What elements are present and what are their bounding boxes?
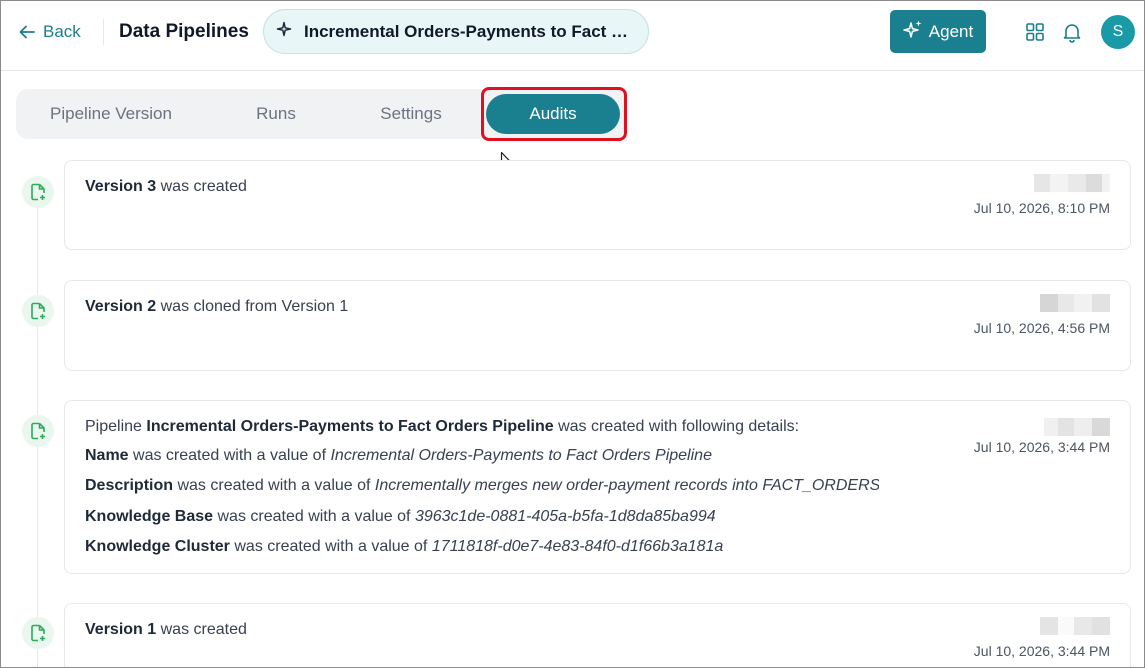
avatar[interactable]: S	[1101, 15, 1135, 49]
detail-value: Incrementally merges new order-payment r…	[374, 477, 879, 494]
detail-verb: was created with a value of	[234, 538, 428, 555]
audit-timestamp: Jul 10, 2026, 3:44 PM	[973, 643, 1110, 659]
detail-verb: was created with a value of	[217, 508, 411, 525]
audit-card: Version 1 was created Jul 10, 2026, 3:44…	[64, 603, 1131, 667]
arrow-left-icon	[19, 25, 35, 39]
redacted-user	[1044, 418, 1110, 436]
detail-verb: was created with a value of	[133, 447, 327, 464]
bell-icon[interactable]	[1061, 21, 1083, 43]
tab-runs[interactable]: Runs	[221, 89, 331, 139]
audit-message: Version 1 was created	[85, 621, 247, 639]
header-divider	[103, 19, 104, 45]
audit-text: was cloned from Version 1	[160, 298, 349, 315]
file-plus-icon	[22, 295, 54, 327]
detail-field: Name	[85, 447, 129, 464]
grid-icon[interactable]	[1024, 21, 1046, 43]
audit-card: Version 2 was cloned from Version 1 Jul …	[64, 280, 1131, 371]
sparkle-icon	[276, 21, 292, 42]
sparkles-icon	[903, 19, 923, 44]
audit-text: was created	[160, 621, 247, 638]
tab-bar: Pipeline Version Runs Settings Audits	[16, 89, 626, 139]
detail-value: Incremental Orders-Payments to Fact Orde…	[330, 447, 712, 464]
audit-message: Pipeline Incremental Orders-Payments to …	[85, 418, 799, 436]
file-plus-icon	[22, 617, 54, 649]
detail-verb: was created with a value of	[177, 477, 371, 494]
pipeline-name-pill[interactable]: Incremental Orders-Payments to Fact O…	[263, 9, 649, 54]
app-window: Back Data Pipelines Incremental Orders-P…	[0, 0, 1145, 668]
detail-field: Description	[85, 477, 174, 494]
audit-timestamp: Jul 10, 2026, 3:44 PM	[973, 439, 1110, 455]
audit-subject: Version 2	[85, 298, 157, 315]
detail-field: Knowledge Cluster	[85, 538, 230, 555]
detail-line-description: Description was created with a value of …	[85, 477, 879, 495]
redacted-user	[1040, 617, 1110, 635]
detail-line-knowledge-base: Knowledge Base was created with a value …	[85, 508, 879, 526]
detail-field: Knowledge Base	[85, 508, 214, 525]
agent-button[interactable]: Agent	[890, 10, 986, 53]
pipeline-name: Incremental Orders-Payments to Fact O…	[304, 21, 640, 41]
detail-value: 3963c1de-0881-405a-b5fa-1d8da85ba994	[414, 508, 716, 525]
audit-text: was created	[160, 178, 247, 195]
audit-subject: Version 3	[85, 178, 157, 195]
detail-line-knowledge-cluster: Knowledge Cluster was created with a val…	[85, 538, 879, 556]
tab-settings[interactable]: Settings	[356, 89, 466, 139]
file-plus-icon	[22, 415, 54, 447]
audit-card: Pipeline Incremental Orders-Payments to …	[64, 400, 1131, 574]
agent-label: Agent	[928, 21, 974, 41]
audit-prefix: Pipeline	[85, 418, 142, 435]
audit-timestamp: Jul 10, 2026, 4:56 PM	[973, 320, 1110, 336]
redacted-user	[1040, 294, 1110, 312]
audit-timestamp: Jul 10, 2026, 8:10 PM	[973, 200, 1110, 216]
audit-message: Version 3 was created	[85, 178, 247, 196]
audit-subject: Incremental Orders-Payments to Fact Orde…	[146, 418, 554, 435]
audit-message: Version 2 was cloned from Version 1	[85, 298, 348, 316]
tab-audits[interactable]: Audits	[486, 94, 620, 134]
audit-card: Version 3 was created Jul 10, 2026, 8:10…	[64, 160, 1131, 250]
tab-pipeline-version[interactable]: Pipeline Version	[31, 89, 191, 139]
detail-value: 1711818f-d0e7-4e83-84f0-d1f66b3a181a	[431, 538, 724, 555]
audit-subject: Version 1	[85, 621, 157, 638]
file-plus-icon	[22, 176, 54, 208]
audit-text: was created with following details:	[558, 418, 800, 435]
back-button[interactable]: Back	[19, 21, 81, 43]
redacted-user	[1034, 174, 1110, 192]
page-title: Data Pipelines	[119, 21, 249, 42]
detail-line-name: Name was created with a value of Increme…	[85, 447, 879, 465]
back-label: Back	[43, 22, 81, 41]
top-header: Back Data Pipelines Incremental Orders-P…	[1, 1, 1144, 71]
